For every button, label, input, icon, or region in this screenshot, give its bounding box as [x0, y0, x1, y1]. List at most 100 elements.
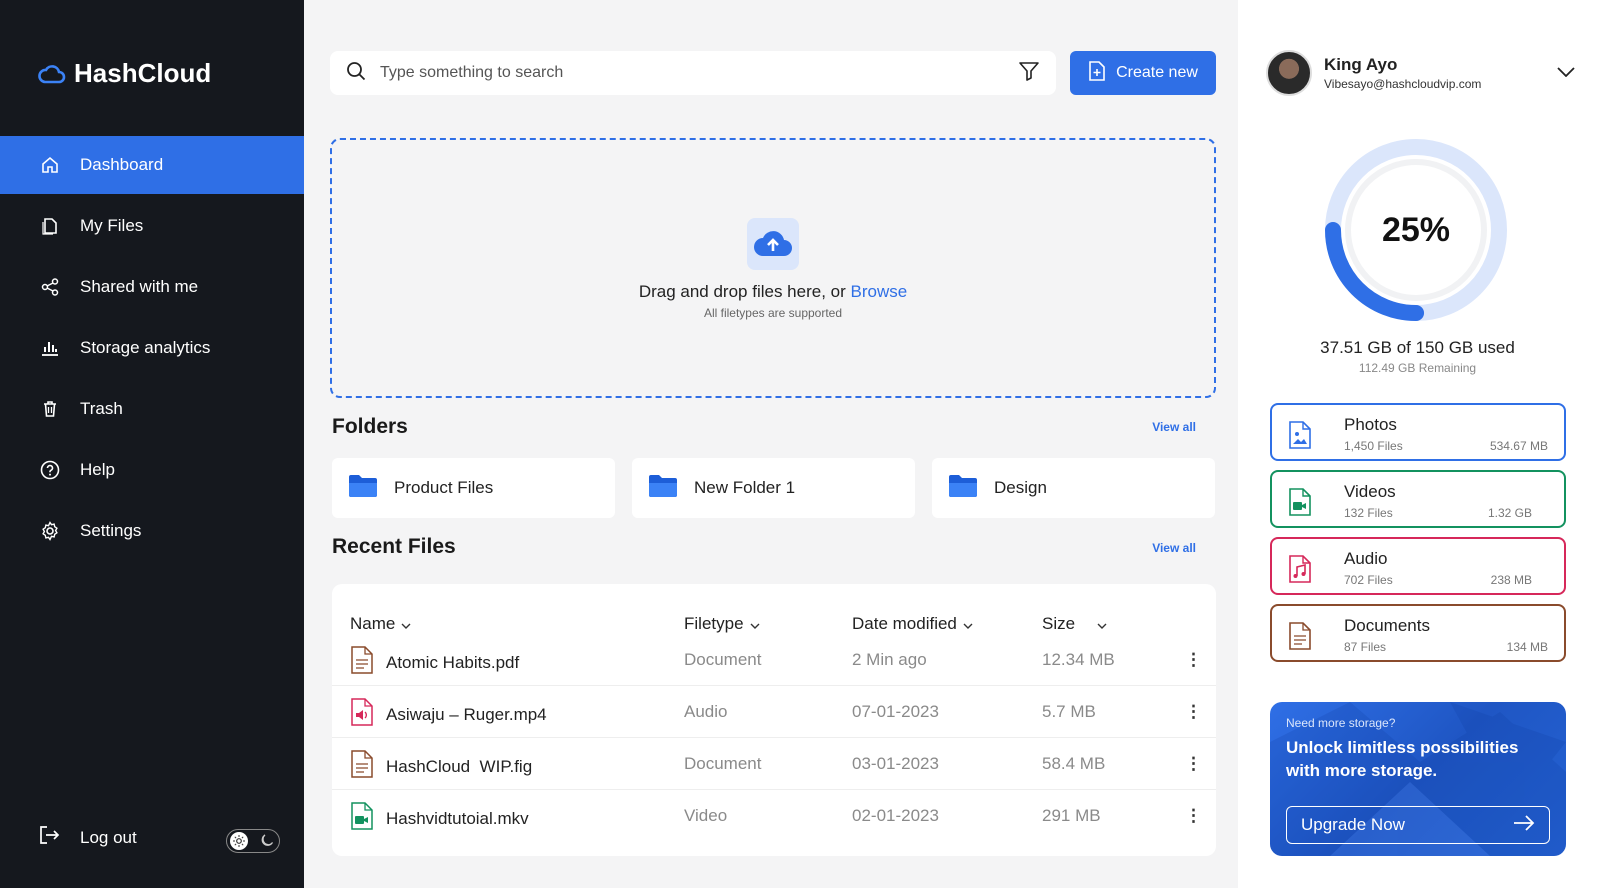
upgrade-now-button[interactable]: Upgrade Now	[1286, 806, 1550, 844]
column-header-size[interactable]: Size	[1042, 614, 1107, 634]
moon-icon	[258, 834, 276, 848]
table-row[interactable]: HashCloud WIP.fig Document 03-01-2023 58…	[332, 738, 1216, 790]
sun-icon	[230, 832, 248, 850]
user-name: King Ayo	[1324, 55, 1398, 74]
table-row[interactable]: Atomic Habits.pdf Document 2 Min ago 12.…	[332, 634, 1216, 686]
sidebar-item-settings[interactable]: Settings	[0, 502, 304, 560]
sidebar-item-help[interactable]: Help	[0, 441, 304, 499]
logout-button[interactable]: Log out	[38, 824, 137, 851]
app-logo[interactable]: HashCloud	[38, 58, 211, 89]
category-count: 702 Files	[1344, 573, 1393, 587]
sidebar-item-label: My Files	[80, 216, 144, 235]
sidebar-item-storage-analytics[interactable]: Storage analytics	[0, 319, 304, 377]
user-profile[interactable]: King Ayo Vibesayo@hashcloudvip.com	[1266, 50, 1481, 96]
upload-subtext: All filetypes are supported	[703, 306, 843, 320]
sidebar-nav: Dashboard My Files Shared with me Storag…	[0, 136, 304, 563]
audio-file-icon	[350, 698, 374, 731]
arrow-right-icon	[1513, 814, 1535, 836]
more-options-icon[interactable]: ⋮	[1185, 754, 1202, 774]
category-photos[interactable]: Photos 1,450 Files 534.67 MB	[1270, 403, 1566, 461]
folder-icon	[348, 474, 378, 503]
file-type: Video	[684, 806, 728, 825]
folder-card[interactable]: New Folder 1	[632, 458, 915, 518]
column-header-date[interactable]: Date modified	[852, 614, 973, 634]
video-icon	[1288, 488, 1312, 521]
column-label: Filetype	[684, 614, 744, 633]
avatar	[1266, 50, 1312, 96]
category-count: 1,450 Files	[1344, 439, 1403, 453]
folders-view-all-link[interactable]: View all	[1152, 420, 1196, 434]
theme-toggle[interactable]	[226, 829, 280, 853]
sidebar-item-label: Storage analytics	[80, 338, 211, 357]
right-panel: King Ayo Vibesayo@hashcloudvip.com 25% 3…	[1238, 0, 1597, 888]
chevron-down-icon	[401, 614, 411, 634]
files-icon	[40, 216, 60, 236]
file-name-cell: Asiwaju – Ruger.mp4	[350, 698, 547, 731]
category-name: Photos	[1344, 415, 1397, 434]
upload-dropzone[interactable]: Drag and drop files here, or Browse All …	[330, 138, 1216, 398]
table-row[interactable]: Hashvidtutoial.mkv Video 02-01-2023 291 …	[332, 790, 1216, 842]
share-icon	[40, 277, 60, 297]
file-name: Atomic Habits.pdf	[386, 652, 520, 672]
chevron-down-icon[interactable]	[1557, 64, 1575, 82]
filter-icon[interactable]	[1018, 60, 1040, 87]
folder-card[interactable]: Product Files	[332, 458, 615, 518]
search-bar	[330, 51, 1056, 95]
file-date: 03-01-2023	[852, 754, 939, 773]
column-label: Name	[350, 614, 396, 633]
file-add-icon	[1088, 60, 1106, 86]
category-name: Videos	[1344, 482, 1396, 501]
folder-icon	[648, 474, 678, 503]
promo-title: Unlock limitless possibilities with more…	[1286, 738, 1519, 780]
file-size: 58.4 MB	[1042, 754, 1106, 773]
file-size: 12.34 MB	[1042, 650, 1115, 669]
storage-used: 37.51 GB of 150 GB used	[1320, 338, 1515, 357]
column-header-filetype[interactable]: Filetype	[684, 614, 760, 634]
browse-link[interactable]: Browse	[850, 282, 907, 301]
more-options-icon[interactable]: ⋮	[1185, 650, 1202, 670]
sidebar-item-my-files[interactable]: My Files	[0, 197, 304, 255]
logout-icon	[38, 824, 60, 851]
chevron-down-icon	[1097, 614, 1107, 634]
file-name: Hashvidtutoial.mkv	[386, 808, 529, 828]
category-documents[interactable]: Documents 87 Files 134 MB	[1270, 604, 1566, 662]
more-options-icon[interactable]: ⋮	[1185, 806, 1202, 826]
create-new-label: Create new	[1116, 64, 1198, 81]
cloud-upload-icon	[747, 218, 799, 270]
file-name: Asiwaju – Ruger.mp4	[386, 704, 547, 724]
column-header-name[interactable]: Name	[350, 614, 411, 634]
sidebar-item-shared[interactable]: Shared with me	[0, 258, 304, 316]
upgrade-promo-card: Need more storage? Unlock limitless poss…	[1270, 702, 1566, 856]
document-icon	[350, 750, 374, 783]
create-new-button[interactable]: Create new	[1070, 51, 1216, 95]
category-audio[interactable]: Audio 702 Files 238 MB	[1270, 537, 1566, 595]
sidebar-item-dashboard[interactable]: Dashboard	[0, 136, 304, 194]
sidebar-item-label: Trash	[80, 399, 123, 418]
file-name-cell: Hashvidtutoial.mkv	[350, 802, 529, 835]
file-type: Document	[684, 650, 762, 669]
sidebar-item-label: Dashboard	[80, 155, 164, 174]
file-type: Audio	[684, 702, 728, 721]
sidebar: HashCloud Dashboard My Files Shared with…	[0, 0, 304, 888]
logout-label: Log out	[80, 827, 137, 847]
file-type: Document	[684, 754, 762, 773]
file-name: HashCloud WIP.fig	[386, 756, 533, 776]
image-icon	[1288, 421, 1312, 454]
file-size: 5.7 MB	[1042, 702, 1096, 721]
table-row[interactable]: Asiwaju – Ruger.mp4 Audio 07-01-2023 5.7…	[332, 686, 1216, 738]
main-content: Create new Drag and drop files here, or …	[304, 0, 1238, 888]
storage-remaining: 112.49 GB Remaining	[1358, 361, 1477, 375]
category-videos[interactable]: Videos 132 Files 1.32 GB	[1270, 470, 1566, 528]
sidebar-item-label: Settings	[80, 521, 142, 540]
column-label: Size	[1042, 614, 1076, 633]
category-name: Documents	[1344, 616, 1430, 635]
sidebar-item-trash[interactable]: Trash	[0, 380, 304, 438]
folder-name: New Folder 1	[694, 478, 796, 497]
search-input[interactable]	[380, 64, 1004, 82]
file-name-cell: HashCloud WIP.fig	[350, 750, 532, 783]
more-options-icon[interactable]: ⋮	[1185, 702, 1202, 722]
recent-files-title: Recent Files	[332, 535, 456, 558]
recent-view-all-link[interactable]: View all	[1152, 541, 1196, 555]
folder-card[interactable]: Design	[932, 458, 1215, 518]
user-email: Vibesayo@hashcloudvip.com	[1324, 77, 1482, 91]
